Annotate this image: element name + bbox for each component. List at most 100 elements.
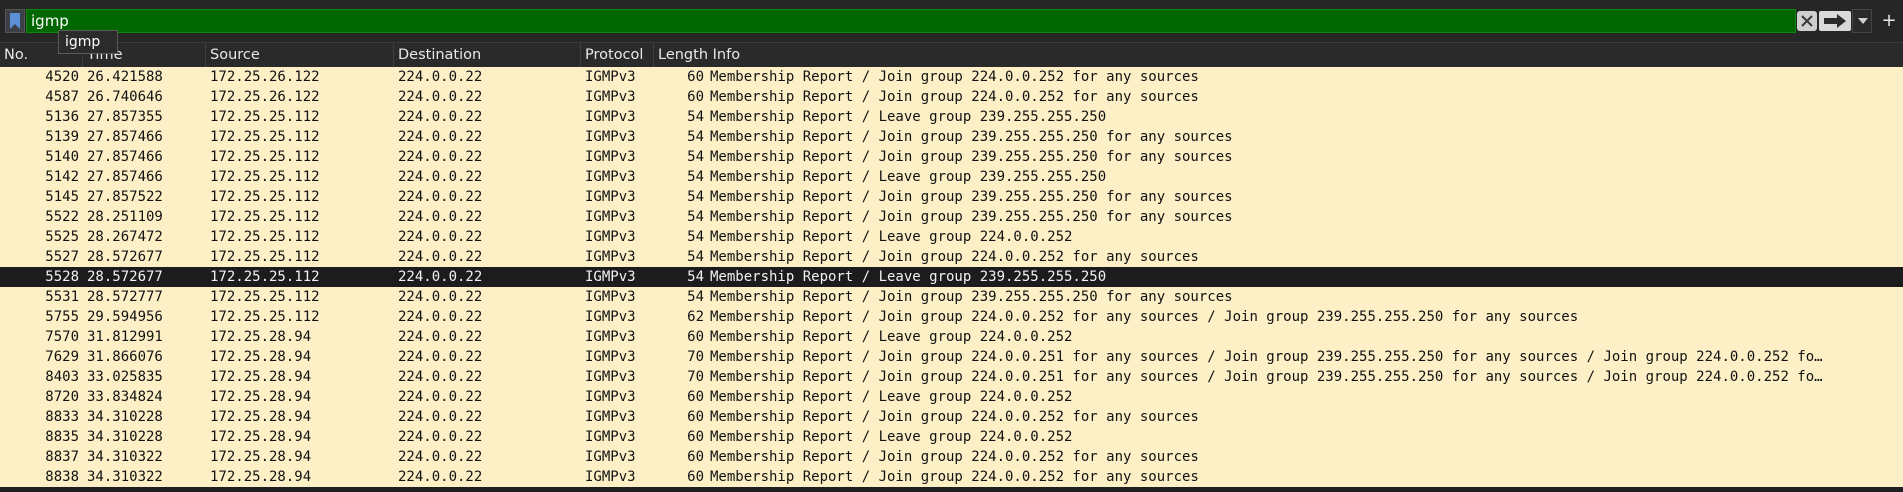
packet-time: 29.594956 <box>87 309 163 325</box>
packet-number: 5522 <box>45 209 79 225</box>
packet-protocol: IGMPv3 <box>585 129 636 145</box>
packet-length: 60 <box>687 69 704 85</box>
clear-icon <box>1801 15 1813 27</box>
packet-info: Membership Report / Join group 224.0.0.2… <box>710 449 1199 465</box>
packet-number: 7629 <box>45 349 79 365</box>
packet-row[interactable]: 8838 34.310322 172.25.28.94 224.0.0.22 IGMPv… <box>0 467 1903 487</box>
packet-length: 54 <box>687 129 704 145</box>
packet-time: 28.572777 <box>87 289 163 305</box>
packet-row[interactable]: 7629 31.866076 172.25.28.94 224.0.0.22 IGMPv… <box>0 347 1903 367</box>
packet-row[interactable]: 8837 34.310322 172.25.28.94 224.0.0.22 IGMPv… <box>0 447 1903 467</box>
packet-info: Membership Report / Leave group 224.0.0.… <box>710 229 1073 245</box>
packet-time: 28.572677 <box>87 249 163 265</box>
packet-protocol: IGMPv3 <box>585 369 636 385</box>
column-header-source[interactable]: Source <box>206 43 394 67</box>
packet-number: 8403 <box>45 369 79 385</box>
chevron-down-icon <box>1858 18 1868 24</box>
filter-history-dropdown[interactable] <box>1852 9 1872 33</box>
packet-protocol: IGMPv3 <box>585 209 636 225</box>
packet-info: Membership Report / Leave group 239.255.… <box>710 109 1107 125</box>
packet-destination: 224.0.0.22 <box>398 69 483 85</box>
packet-info: Membership Report / Join group 224.0.0.2… <box>710 469 1199 485</box>
column-header-length-info[interactable]: Length Info <box>654 43 1903 67</box>
packet-row[interactable]: 5527 28.572677 172.25.25.112 224.0.0.22 IGMP… <box>0 247 1903 267</box>
column-header-destination[interactable]: Destination <box>394 43 581 67</box>
packet-source: 172.25.28.94 <box>210 449 312 465</box>
packet-protocol: IGMPv3 <box>585 309 636 325</box>
packet-source: 172.25.25.112 <box>210 269 320 285</box>
packet-time: 27.857522 <box>87 189 163 205</box>
packet-destination: 224.0.0.22 <box>398 189 483 205</box>
packet-time: 27.857466 <box>87 169 163 185</box>
packet-protocol: IGMPv3 <box>585 269 636 285</box>
packet-destination: 224.0.0.22 <box>398 89 483 105</box>
packet-protocol: IGMPv3 <box>585 429 636 445</box>
packet-row[interactable]: 4520 26.421588 172.25.26.122 224.0.0.22 IGMP… <box>0 67 1903 87</box>
packet-destination: 224.0.0.22 <box>398 229 483 245</box>
packet-source: 172.25.25.112 <box>210 189 320 205</box>
filter-bookmark-button[interactable] <box>5 9 25 33</box>
packet-destination: 224.0.0.22 <box>398 449 483 465</box>
packet-number: 5527 <box>45 249 79 265</box>
packet-source: 172.25.28.94 <box>210 369 312 385</box>
packet-time: 33.025835 <box>87 369 163 385</box>
packet-row[interactable]: 5522 28.251109 172.25.25.112 224.0.0.22 IGMP… <box>0 207 1903 227</box>
packet-protocol: IGMPv3 <box>585 329 636 345</box>
packet-source: 172.25.25.112 <box>210 169 320 185</box>
packet-destination: 224.0.0.22 <box>398 289 483 305</box>
packet-destination: 224.0.0.22 <box>398 429 483 445</box>
packet-info: Membership Report / Join group 239.255.2… <box>710 149 1233 165</box>
packet-destination: 224.0.0.22 <box>398 329 483 345</box>
clear-filter-button[interactable] <box>1797 11 1817 31</box>
packet-row[interactable]: 5755 29.594956 172.25.25.112 224.0.0.22 IGMP… <box>0 307 1903 327</box>
packet-row[interactable]: 4587 26.740646 172.25.26.122 224.0.0.22 IGMP… <box>0 87 1903 107</box>
packet-time: 26.740646 <box>87 89 163 105</box>
display-filter-input[interactable]: igmp <box>26 9 1796 33</box>
packet-length: 54 <box>687 229 704 245</box>
packet-row[interactable]: 5531 28.572777 172.25.25.112 224.0.0.22 IGMP… <box>0 287 1903 307</box>
packet-source: 172.25.25.112 <box>210 289 320 305</box>
packet-destination: 224.0.0.22 <box>398 149 483 165</box>
packet-time: 34.310228 <box>87 429 163 445</box>
display-filter-toolbar: igmp + <box>0 0 1903 43</box>
packet-destination: 224.0.0.22 <box>398 469 483 485</box>
packet-list-header: No. Time Source Destination Protocol Len… <box>0 43 1903 68</box>
packet-info: Membership Report / Join group 224.0.0.2… <box>710 349 1823 365</box>
packet-source: 172.25.28.94 <box>210 389 312 405</box>
add-filter-button[interactable]: + <box>1880 11 1898 31</box>
packet-row[interactable]: 5528 28.572677 172.25.25.112 224.0.0.22 IGMP… <box>0 267 1903 287</box>
packet-time: 33.834824 <box>87 389 163 405</box>
packet-row[interactable]: 8403 33.025835 172.25.28.94 224.0.0.22 IGMPv… <box>0 367 1903 387</box>
packet-info: Membership Report / Join group 239.255.2… <box>710 209 1233 225</box>
filter-autocomplete-suggestion[interactable]: igmp <box>58 30 118 54</box>
packet-row[interactable]: 5145 27.857522 172.25.25.112 224.0.0.22 IGMP… <box>0 187 1903 207</box>
packet-time: 28.251109 <box>87 209 163 225</box>
packet-row[interactable]: 5140 27.857466 172.25.25.112 224.0.0.22 IGMP… <box>0 147 1903 167</box>
packet-source: 172.25.25.112 <box>210 109 320 125</box>
column-header-protocol[interactable]: Protocol <box>581 43 654 67</box>
packet-length: 54 <box>687 289 704 305</box>
packet-info: Membership Report / Join group 239.255.2… <box>710 189 1233 205</box>
packet-row[interactable]: 5142 27.857466 172.25.25.112 224.0.0.22 IGMP… <box>0 167 1903 187</box>
packet-protocol: IGMPv3 <box>585 229 636 245</box>
packet-row[interactable]: 8835 34.310228 172.25.28.94 224.0.0.22 IGMPv… <box>0 427 1903 447</box>
packet-number: 8835 <box>45 429 79 445</box>
packet-time: 31.812991 <box>87 329 163 345</box>
packet-destination: 224.0.0.22 <box>398 109 483 125</box>
packet-row[interactable]: 7570 31.812991 172.25.28.94 224.0.0.22 IGMPv… <box>0 327 1903 347</box>
apply-filter-button[interactable] <box>1819 11 1851 31</box>
packet-row[interactable]: 8833 34.310228 172.25.28.94 224.0.0.22 IGMPv… <box>0 407 1903 427</box>
packet-row[interactable]: 5139 27.857466 172.25.25.112 224.0.0.22 IGMP… <box>0 127 1903 147</box>
packet-source: 172.25.28.94 <box>210 409 312 425</box>
packet-length: 60 <box>687 409 704 425</box>
packet-protocol: IGMPv3 <box>585 169 636 185</box>
packet-protocol: IGMPv3 <box>585 409 636 425</box>
packet-destination: 224.0.0.22 <box>398 389 483 405</box>
packet-info: Membership Report / Join group 224.0.0.2… <box>710 369 1823 385</box>
packet-row[interactable]: 8720 33.834824 172.25.28.94 224.0.0.22 IGMPv… <box>0 387 1903 407</box>
packet-number: 5528 <box>45 269 79 285</box>
packet-number: 5755 <box>45 309 79 325</box>
packet-source: 172.25.25.112 <box>210 149 320 165</box>
packet-row[interactable]: 5136 27.857355 172.25.25.112 224.0.0.22 IGMP… <box>0 107 1903 127</box>
packet-row[interactable]: 5525 28.267472 172.25.25.112 224.0.0.22 IGMP… <box>0 227 1903 247</box>
